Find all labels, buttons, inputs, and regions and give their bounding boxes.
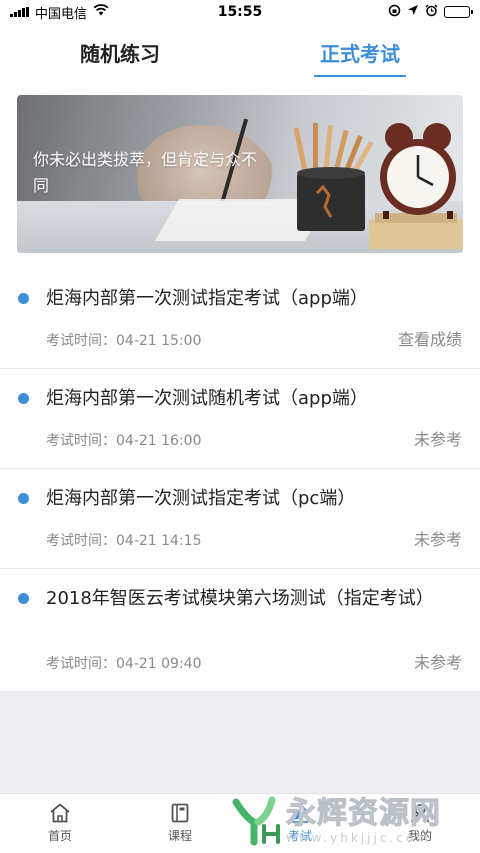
exam-title: 炬海内部第一次测试指定考试（app端） bbox=[46, 288, 368, 309]
tab-random-practice[interactable]: 随机练习 bbox=[0, 24, 240, 80]
exam-meta: 考试时间：04-21 16:00 未参考 bbox=[46, 426, 462, 450]
nav-exam[interactable]: 考试 bbox=[240, 794, 360, 853]
exam-status: 未参考 bbox=[413, 530, 462, 549]
exam-time-value: 04-21 15:00 bbox=[116, 333, 202, 349]
alarm-icon bbox=[425, 3, 438, 21]
exam-status: 未参考 bbox=[413, 653, 462, 672]
tab-label: 正式考试 bbox=[320, 41, 400, 66]
tab-formal-exam[interactable]: 正式考试 bbox=[240, 24, 480, 80]
list-item[interactable]: 2018年智医云考试模块第六场测试（指定考试） 考试时间：04-21 09:40… bbox=[0, 569, 480, 692]
exam-time-label: 考试时间： bbox=[46, 533, 116, 549]
nav-home[interactable]: 首页 bbox=[0, 794, 120, 853]
exam-time-value: 04-21 09:40 bbox=[116, 656, 202, 672]
exam-meta: 考试时间：04-21 09:40 未参考 bbox=[46, 649, 462, 673]
nav-courses[interactable]: 课程 bbox=[120, 794, 240, 853]
tab-bar: 随机练习 正式考试 bbox=[0, 24, 480, 80]
exam-time: 考试时间：04-21 15:00 bbox=[46, 330, 201, 350]
list-item[interactable]: 炬海内部第一次测试随机考试（app端） 考试时间：04-21 16:00 未参考 bbox=[0, 369, 480, 469]
nav-profile[interactable]: 我的 bbox=[360, 794, 480, 853]
signal-icon bbox=[10, 7, 29, 17]
location-icon bbox=[407, 4, 419, 20]
battery-icon bbox=[444, 6, 473, 18]
exam-status: 未参考 bbox=[413, 430, 462, 449]
nav-label: 考试 bbox=[287, 829, 312, 843]
view-score-link[interactable]: 查看成绩 bbox=[398, 326, 462, 350]
status-left: 中国电信 bbox=[10, 3, 109, 22]
exam-title: 炬海内部第一次测试随机考试（app端） bbox=[46, 388, 368, 409]
exam-meta: 考试时间：04-21 15:00 查看成绩 bbox=[46, 326, 462, 350]
exam-time: 考试时间：04-21 09:40 bbox=[46, 653, 201, 673]
carrier-name: 中国电信 bbox=[35, 6, 88, 22]
banner-slogan: 你未必出类拔萃，但肯定与众不同 bbox=[33, 150, 258, 195]
exam-meta: 考试时间：04-21 14:15 未参考 bbox=[46, 526, 462, 550]
nav-label: 课程 bbox=[167, 829, 192, 843]
exam-time-label: 考试时间： bbox=[46, 433, 116, 449]
bullet-dot-icon bbox=[18, 393, 29, 404]
empty-area bbox=[0, 692, 480, 793]
rotation-lock-icon bbox=[388, 4, 401, 21]
wifi-icon bbox=[93, 4, 109, 20]
exam-time-label: 考试时间： bbox=[46, 656, 116, 672]
status-bar: 中国电信 15:55 bbox=[0, 0, 480, 24]
list-item[interactable]: 炬海内部第一次测试指定考试（app端） 考试时间：04-21 15:00 查看成… bbox=[0, 269, 480, 369]
bullet-dot-icon bbox=[18, 593, 29, 604]
exam-time-value: 04-21 14:15 bbox=[116, 533, 202, 549]
bullet-dot-icon bbox=[18, 293, 29, 304]
exam-time-label: 考试时间： bbox=[46, 333, 116, 349]
book-icon bbox=[170, 803, 190, 823]
exam-list: 炬海内部第一次测试指定考试（app端） 考试时间：04-21 15:00 查看成… bbox=[0, 269, 480, 692]
bottom-nav: 首页 课程 考试 我的 bbox=[0, 793, 480, 853]
banner-alarm-clock-image bbox=[369, 123, 463, 249]
nav-label: 我的 bbox=[407, 829, 432, 843]
exam-title: 炬海内部第一次测试指定考试（pc端） bbox=[46, 488, 356, 509]
bullet-dot-icon bbox=[18, 493, 29, 504]
profile-icon bbox=[410, 803, 430, 823]
exam-title: 2018年智医云考试模块第六场测试（指定考试） bbox=[46, 588, 434, 609]
nav-label: 首页 bbox=[47, 829, 72, 843]
exam-icon bbox=[290, 803, 310, 823]
exam-time: 考试时间：04-21 14:15 bbox=[46, 530, 201, 550]
list-item[interactable]: 炬海内部第一次测试指定考试（pc端） 考试时间：04-21 14:15 未参考 bbox=[0, 469, 480, 569]
tab-label: 随机练习 bbox=[80, 41, 160, 66]
status-right bbox=[388, 3, 473, 21]
banner[interactable]: 你未必出类拔萃，但肯定与众不同 bbox=[17, 95, 463, 253]
home-icon bbox=[49, 803, 71, 823]
exam-time: 考试时间：04-21 16:00 bbox=[46, 430, 201, 450]
exam-time-value: 04-21 16:00 bbox=[116, 433, 202, 449]
